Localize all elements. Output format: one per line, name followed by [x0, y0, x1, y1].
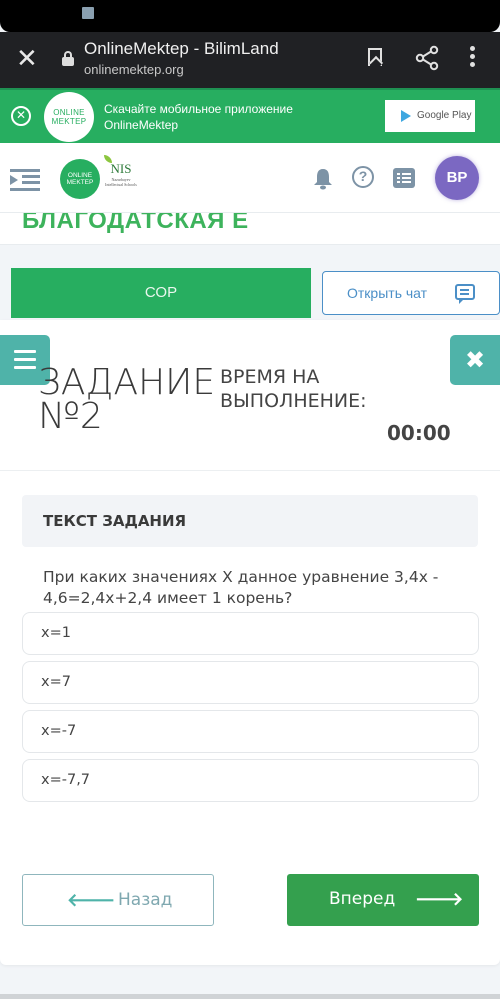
answer-option[interactable]: x=7: [22, 661, 479, 704]
sor-button[interactable]: СОР: [11, 268, 311, 318]
arrow-right-icon: 🡒: [415, 889, 464, 910]
open-chat-button[interactable]: Открыть чат: [322, 271, 500, 315]
time-label: ВРЕМЯ НА ВЫПОЛНЕНИЕ:: [220, 366, 367, 412]
status-bar: [0, 0, 500, 32]
answer-list: x=1 x=7 x=-7 x=-7,7: [22, 612, 479, 808]
question-text: При каких значениях X данное уравнение 3…: [43, 568, 439, 607]
logo-line1: ONLINE: [67, 172, 93, 179]
onlinemektep-logo[interactable]: ONLINE MEKTEP: [60, 159, 100, 199]
answer-option[interactable]: x=-7,7: [22, 759, 479, 802]
help-icon[interactable]: ?: [352, 166, 374, 188]
next-label: Вперед: [329, 889, 396, 909]
back-label: Назад: [118, 890, 173, 910]
google-play-icon: [401, 110, 411, 122]
list-icon[interactable]: [393, 168, 415, 188]
banner-text-line2: OnlineMektep: [104, 118, 179, 132]
back-button[interactable]: 🡐 Назад: [22, 874, 214, 926]
google-play-button[interactable]: Google Play: [385, 100, 475, 132]
onlinemektep-logo: ONLINE MEKTEP: [44, 92, 94, 142]
lock-icon[interactable]: [62, 51, 74, 66]
answer-option[interactable]: x=-7: [22, 710, 479, 753]
share-icon[interactable]: [414, 45, 440, 71]
user-avatar[interactable]: BP: [435, 156, 479, 200]
divider: [0, 470, 500, 471]
bookmark-icon[interactable]: [368, 48, 382, 66]
task-text-header: ТЕКСТ ЗАДАНИЯ: [22, 495, 478, 547]
logo-line2: MEKTEP: [66, 179, 94, 186]
notification-bell-icon[interactable]: [313, 168, 333, 190]
app-download-banner: ✕ ONLINE MEKTEP Скачайте мобильное прило…: [0, 88, 500, 143]
arrow-left-icon: 🡐: [67, 890, 116, 911]
app-header: ONLINE MEKTEP NIS Nazarbayev Intellectua…: [0, 143, 500, 213]
google-play-label: Google Play: [417, 110, 472, 121]
logo-line1: ONLINE: [53, 108, 85, 117]
nis-logo-text: NIS: [110, 161, 132, 176]
open-chat-label: Открыть чат: [347, 285, 428, 301]
banner-text-line1: Скачайте мобильное приложение: [104, 102, 293, 116]
sidebar-toggle-icon[interactable]: [10, 169, 40, 191]
image-notification-icon: [82, 7, 94, 19]
more-options-icon[interactable]: [470, 46, 476, 70]
system-nav-bar: [0, 994, 500, 999]
dismiss-banner-icon[interactable]: ✕: [11, 106, 31, 126]
task-text-label: ТЕКСТ ЗАДАНИЯ: [43, 512, 187, 530]
answer-option[interactable]: x=1: [22, 612, 479, 655]
task-title: ЗАДАНИЕ №2: [38, 362, 216, 437]
course-title-strip: БЛАГОДАТСКАЯ Е: [0, 213, 500, 245]
logo-line2: MEKTEP: [51, 117, 87, 126]
close-task-button[interactable]: ✖: [450, 335, 500, 385]
page-url[interactable]: onlinemektep.org: [84, 62, 184, 77]
browser-toolbar: ✕ OnlineMektep - BilimLand onlinemektep.…: [0, 32, 500, 88]
banner-text: Скачайте мобильное приложение OnlineMekt…: [104, 101, 293, 133]
page-title: OnlineMektep - BilimLand: [84, 39, 279, 58]
nis-logo-subtext: Nazarbayev Intellectual Schools: [105, 177, 137, 187]
close-tab-icon[interactable]: ✕: [16, 44, 38, 74]
nis-logo: NIS Nazarbayev Intellectual Schools: [103, 157, 139, 197]
chat-icon: [455, 284, 475, 304]
next-button[interactable]: Вперед 🡒: [287, 874, 479, 926]
course-title: БЛАГОДАТСКАЯ Е: [22, 213, 249, 234]
time-value: 00:00: [387, 421, 451, 445]
